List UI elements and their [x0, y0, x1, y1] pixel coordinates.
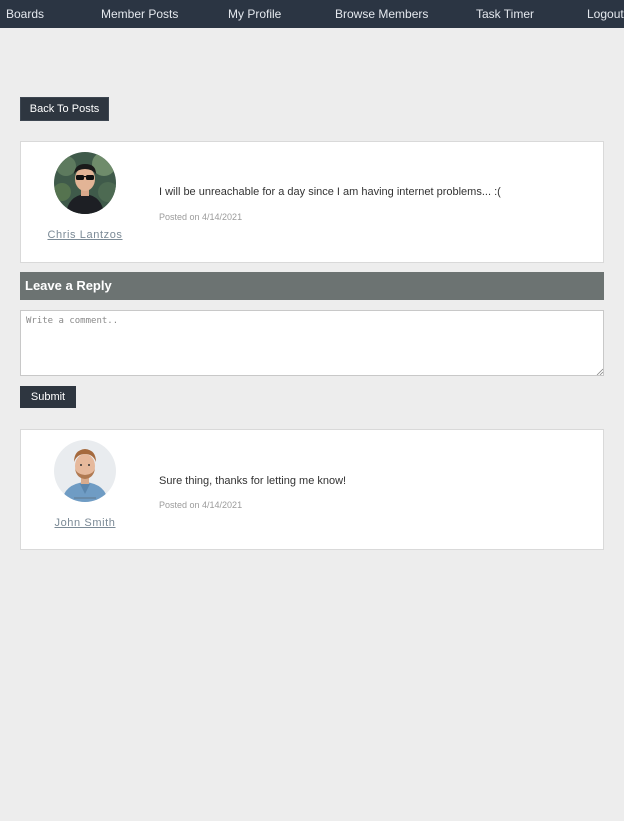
- author-avatar[interactable]: [54, 152, 116, 214]
- nav-boards[interactable]: Boards: [6, 0, 44, 28]
- nav-browse-members[interactable]: Browse Members: [335, 0, 428, 28]
- reply-message: Sure thing, thanks for letting me know!: [159, 475, 347, 487]
- nav-task-timer[interactable]: Task Timer: [476, 0, 534, 28]
- post-card: Chris Lantzos I will be unreachable for …: [20, 141, 604, 263]
- post-author-link[interactable]: Chris Lantzos: [25, 229, 145, 241]
- avatar-photo-icon: [54, 152, 116, 214]
- nav-logout[interactable]: Logout: [587, 0, 624, 28]
- reply-date: Posted on 4/14/2021: [159, 500, 243, 510]
- leave-reply-heading: Leave a Reply: [20, 272, 604, 300]
- reply-author-link[interactable]: John Smith: [25, 517, 145, 529]
- post-message: I will be unreachable for a day since I …: [159, 186, 501, 198]
- top-navbar: Boards Member Posts My Profile Browse Me…: [0, 0, 624, 28]
- comment-input[interactable]: [20, 310, 604, 376]
- back-to-posts-button[interactable]: Back To Posts: [20, 97, 109, 121]
- avatar-photo-icon: [54, 440, 116, 502]
- post-date: Posted on 4/14/2021: [159, 212, 243, 222]
- nav-member-posts[interactable]: Member Posts: [101, 0, 178, 28]
- resize-handle-icon[interactable]: [596, 368, 603, 375]
- reply-author-avatar[interactable]: [54, 440, 116, 502]
- submit-button[interactable]: Submit: [20, 386, 76, 408]
- reply-card: John Smith Sure thing, thanks for lettin…: [20, 429, 604, 550]
- nav-my-profile[interactable]: My Profile: [228, 0, 281, 28]
